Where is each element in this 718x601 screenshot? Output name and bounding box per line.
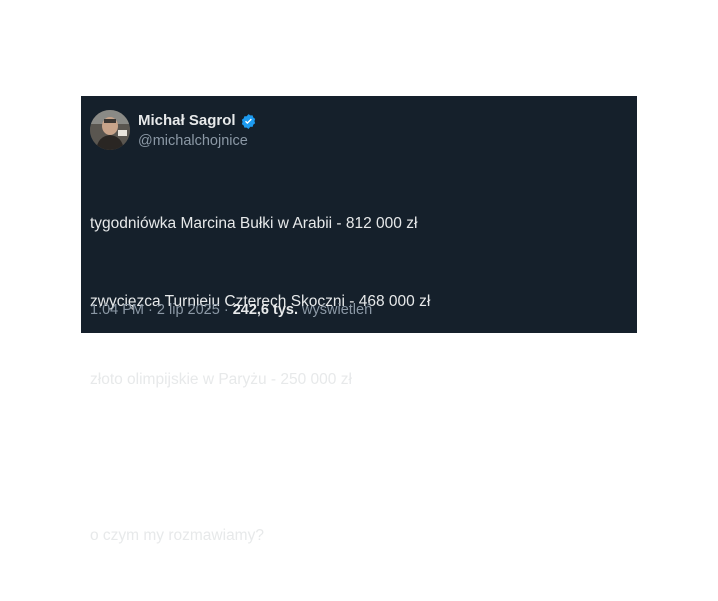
- avatar-image: [90, 110, 130, 150]
- views-label[interactable]: wyświetleń: [302, 302, 372, 318]
- meta-separator: ·: [223, 302, 229, 318]
- tweet-text-line: tygodniówka Marcina Bułki w Arabii - 812…: [90, 215, 418, 232]
- meta-separator: ·: [148, 302, 153, 318]
- tweet-card[interactable]: Michał Sagrol @michalchojnice tygodniówk…: [81, 96, 637, 544]
- author-handle[interactable]: @michalchojnice: [138, 132, 257, 150]
- tweet-meta: 1:04 PM · 2 lip 2025 · 242,6 tys. wyświe…: [90, 300, 372, 320]
- verified-badge-icon: [240, 113, 257, 130]
- display-name[interactable]: Michał Sagrol: [138, 112, 236, 130]
- tweet-date[interactable]: 2 lip 2025: [157, 302, 220, 318]
- author-block: Michał Sagrol @michalchojnice: [138, 112, 257, 150]
- display-name-row: Michał Sagrol: [138, 112, 257, 130]
- tweet-text-line: [90, 445, 430, 471]
- tweet-time[interactable]: 1:04 PM: [90, 302, 144, 318]
- avatar[interactable]: [90, 110, 130, 150]
- views-count[interactable]: 242,6 tys.: [233, 302, 298, 318]
- tweet-text: tygodniówka Marcina Bułki w Arabii - 812…: [90, 159, 430, 601]
- tweet-text-line: złoto olimpijskie w Paryżu - 250 000 zł: [90, 371, 352, 388]
- tweet-text-line: o czym my rozmawiamy?: [90, 527, 264, 544]
